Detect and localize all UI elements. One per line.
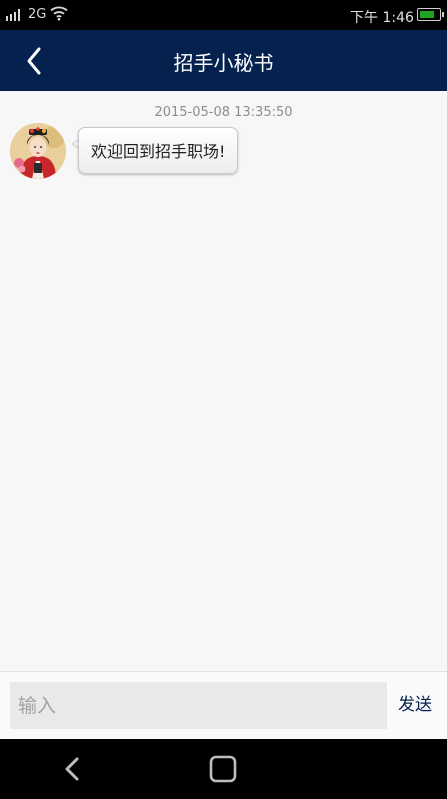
page-title: 招手小秘书 — [173, 51, 274, 75]
message-input[interactable] — [10, 682, 387, 729]
system-nav-bar — [0, 739, 447, 799]
send-button[interactable]: 发送 — [390, 682, 440, 729]
status-time: 下午 1:46 — [350, 10, 414, 26]
back-icon[interactable] — [62, 756, 84, 782]
avatar-portrait-icon — [10, 123, 66, 179]
composer-bar: 发送 — [0, 671, 447, 739]
battery-icon — [417, 8, 444, 21]
avatar[interactable] — [10, 123, 66, 179]
signal-icon — [6, 9, 22, 21]
chat-area[interactable]: 2015-05-08 13:35:50 欢迎回到招手职场! — [0, 91, 447, 671]
chat-screen: 2G 下午 1:46 招手小秘书 2015-05-08 13:35:50 欢迎回… — [0, 0, 447, 799]
wifi-icon — [50, 6, 68, 21]
battery-fill — [420, 11, 435, 18]
home-icon[interactable] — [209, 755, 237, 783]
message-bubble[interactable]: 欢迎回到招手职场! — [78, 127, 239, 174]
nav-bar: 招手小秘书 — [0, 30, 447, 91]
status-bar: 2G 下午 1:46 — [0, 0, 447, 30]
network-type: 2G — [28, 7, 47, 22]
message-timestamp: 2015-05-08 13:35:50 — [154, 105, 293, 120]
message-bubble-container: 欢迎回到招手职场! — [72, 127, 239, 174]
